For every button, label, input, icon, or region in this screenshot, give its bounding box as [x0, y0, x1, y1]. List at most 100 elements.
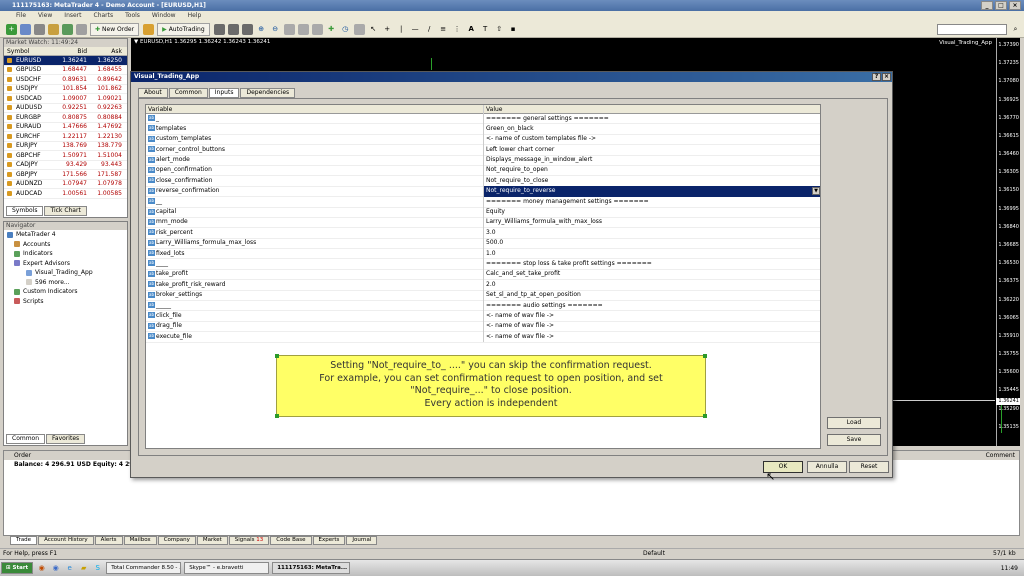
tab-favorites[interactable]: Favorites — [46, 434, 86, 444]
profiles-icon[interactable] — [20, 23, 31, 35]
label-icon[interactable]: T — [480, 24, 491, 35]
indicators-icon[interactable]: ✚ — [326, 24, 337, 35]
menu-file[interactable]: File — [16, 11, 26, 21]
crosshair-icon[interactable]: + — [382, 24, 393, 35]
new-order-button[interactable]: ✚ New Order — [90, 22, 140, 36]
value-cell[interactable]: <- name of wav file -> — [484, 321, 820, 331]
value-cell[interactable]: Green_on_black — [484, 124, 820, 134]
text-icon[interactable]: A — [466, 24, 477, 35]
search-input[interactable] — [937, 23, 1007, 35]
table-row[interactable]: ab drag_file <- name of wav file -> — [146, 321, 820, 333]
close-button[interactable]: × — [1009, 1, 1021, 10]
tab-common[interactable]: Common — [168, 88, 208, 98]
nav-more[interactable]: 596 more... — [4, 278, 127, 288]
col-variable[interactable]: Variable — [146, 104, 484, 114]
tile-windows-icon[interactable] — [283, 23, 295, 35]
value-cell[interactable]: <- name of wav file -> — [484, 332, 820, 342]
save-button[interactable]: Save — [827, 434, 881, 446]
table-row[interactable]: ab reverse_confirmation Not_require_to_rev… — [146, 186, 820, 198]
task-metatrader[interactable]: 111175163: MetaTra... — [272, 562, 351, 574]
tab-account-history[interactable]: Account History — [38, 536, 94, 545]
value-cell[interactable]: Set_sl_and_tp_at_open_position — [484, 290, 820, 300]
table-row[interactable]: ab execute_file <- name of wav file -> — [146, 331, 820, 343]
menu-view[interactable]: View — [38, 11, 52, 21]
value-cell[interactable]: 1.0 — [484, 249, 820, 259]
col-symbol[interactable]: Symbol — [4, 48, 54, 55]
tab-market[interactable]: Market — [196, 536, 228, 545]
cursor-icon[interactable]: ↖ — [368, 24, 379, 35]
table-row[interactable]: ab close_confirmation Not_require_to_close — [146, 175, 820, 187]
help-button[interactable]: ? — [872, 73, 881, 81]
templates-icon[interactable] — [353, 23, 365, 35]
value-cell[interactable]: 500.0 — [484, 238, 820, 248]
chevron-down-icon[interactable]: ▼ — [812, 187, 820, 196]
value-cell[interactable]: ======= money management settings ======… — [484, 197, 820, 207]
value-cell[interactable]: Displays_message_in_window_alert — [484, 155, 820, 165]
value-cell[interactable]: Larry_Williams_formula_with_max_loss — [484, 217, 820, 227]
handle-icon[interactable] — [275, 414, 279, 418]
period-m1-icon[interactable]: ▪ — [508, 24, 519, 35]
tab-inputs[interactable]: Inputs — [208, 88, 240, 98]
tab-trade[interactable]: Trade — [10, 536, 38, 545]
navigator-icon[interactable] — [48, 23, 59, 35]
tab-experts[interactable]: Experts — [312, 536, 346, 545]
table-row[interactable]: ab templates Green_on_black — [146, 123, 820, 135]
autoscroll-icon[interactable] — [311, 23, 323, 35]
table-row[interactable]: ab open_confirmation Not_require_to_open — [146, 165, 820, 177]
table-row[interactable]: ab fixed_lots 1.0 — [146, 248, 820, 260]
table-row[interactable]: ab mm_mode Larry_Williams_formula_with_max… — [146, 217, 820, 229]
table-row[interactable]: ab risk_percent 3.0 — [146, 227, 820, 239]
table-row[interactable]: ab ____ ======= stop loss & take profit se… — [146, 258, 820, 270]
table-row[interactable]: ab _____ ======= audio settings ======= — [146, 300, 820, 312]
value-cell[interactable]: 2.0 — [484, 280, 820, 290]
fibonacci-icon[interactable]: ⋮ — [452, 24, 463, 35]
handle-icon[interactable] — [275, 354, 279, 358]
value-cell[interactable]: 3.0 — [484, 228, 820, 238]
value-cell[interactable]: Equity — [484, 207, 820, 217]
table-row[interactable]: ab corner_control_buttons Left lower chart… — [146, 144, 820, 156]
list-item[interactable]: AUDCAD 1.00561 1.00585 — [4, 189, 127, 199]
minimize-button[interactable]: _ — [981, 1, 993, 10]
strategy-tester-icon[interactable] — [76, 23, 87, 35]
browser-icon[interactable]: ◉ — [36, 563, 47, 574]
trendline-icon[interactable]: / — [424, 24, 435, 35]
value-cell[interactable]: Not_require_to_close — [484, 176, 820, 186]
table-row[interactable]: ab capital Equity — [146, 207, 820, 218]
tab-dependencies[interactable]: Dependencies — [240, 88, 296, 98]
cancel-button[interactable]: Annulla — [807, 461, 847, 473]
start-button[interactable]: ⊞ Start — [1, 562, 34, 574]
market-watch-icon[interactable] — [34, 23, 45, 35]
tab-signals[interactable]: Signals 13 — [228, 536, 270, 545]
chart-shift-icon[interactable] — [297, 23, 309, 35]
tab-common[interactable]: Common — [6, 434, 46, 444]
nav-custom-indicators[interactable]: Custom Indicators — [4, 287, 127, 297]
table-row[interactable]: ab Larry_Williams_formula_max_loss 500.0 — [146, 238, 820, 250]
arrows-icon[interactable]: ⇧ — [494, 24, 505, 35]
menu-tools[interactable]: Tools — [125, 11, 140, 21]
task-skype[interactable]: Skype™ - e.bravetti — [184, 562, 270, 574]
load-button[interactable]: Load — [827, 417, 881, 429]
value-cell[interactable]: <- name of wav file -> — [484, 311, 820, 321]
channel-icon[interactable]: ≡ — [438, 24, 449, 35]
task-total-commander[interactable]: Total Commander 8.50 - ... — [106, 562, 182, 574]
zoom-in-icon[interactable]: ⊕ — [256, 24, 267, 35]
tab-symbols[interactable]: Symbols — [6, 206, 44, 216]
periods-icon[interactable]: ◷ — [340, 24, 351, 35]
table-row[interactable]: ab __ ======= money management settings ==… — [146, 196, 820, 208]
value-cell[interactable]: ======= stop loss & take profit settings… — [484, 259, 820, 269]
nav-visual-trading-app[interactable]: Visual_Trading_App — [4, 268, 127, 278]
dialog-close-button[interactable]: × — [882, 73, 891, 81]
value-cell[interactable]: Not_require_to_reverse ▼ — [484, 186, 820, 197]
tab-company[interactable]: Company — [157, 536, 196, 545]
tab-alerts[interactable]: Alerts — [94, 536, 123, 545]
search-icon[interactable]: ⌕ — [1010, 24, 1021, 35]
nav-expert-advisors[interactable]: Expert Advisors — [4, 259, 127, 269]
table-row[interactable]: ab click_file <- name of wav file -> — [146, 310, 820, 322]
col-bid[interactable]: Bid — [54, 48, 89, 55]
table-row[interactable]: ab take_profit Calc_and_set_take_profit — [146, 269, 820, 281]
horizontal-line-icon[interactable]: — — [410, 24, 421, 35]
zoom-out-icon[interactable]: ⊖ — [270, 24, 281, 35]
nav-indicators[interactable]: Indicators — [4, 249, 127, 259]
table-row[interactable]: ab custom_templates <- name of custom temp… — [146, 134, 820, 146]
value-cell[interactable]: Left lower chart corner — [484, 145, 820, 155]
